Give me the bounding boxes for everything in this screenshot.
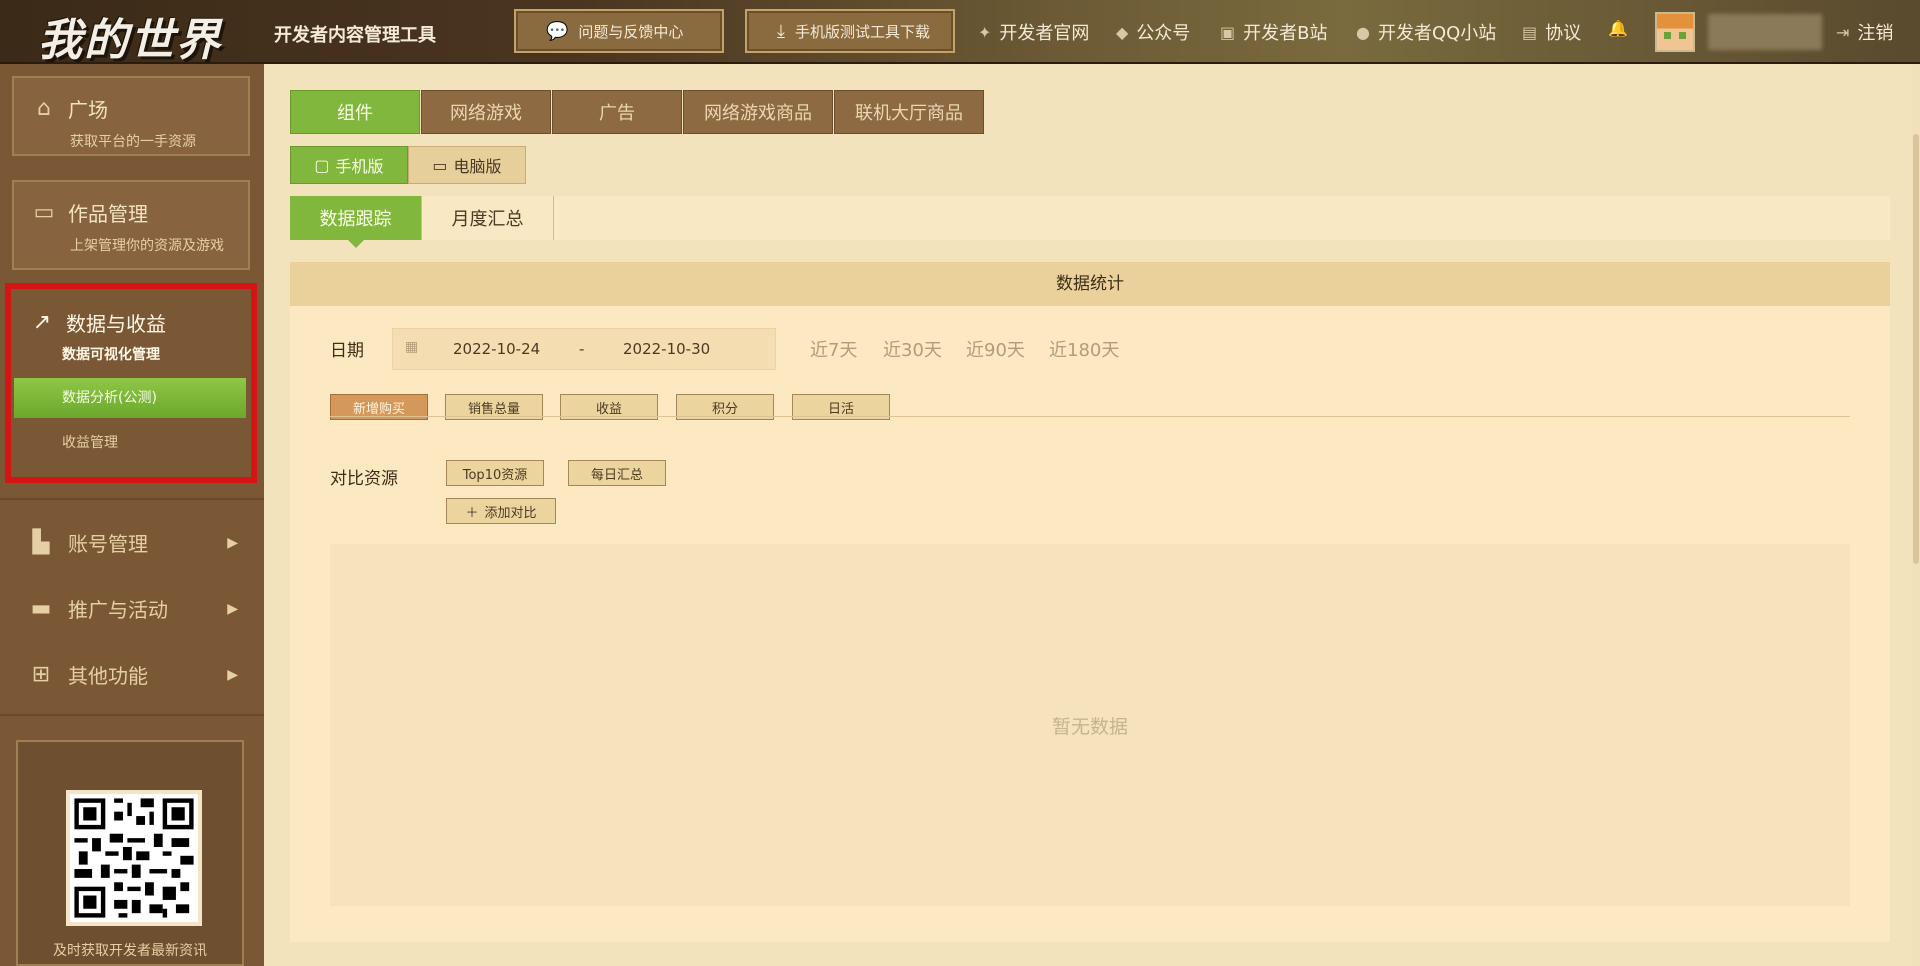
sidebar-divider <box>0 714 264 716</box>
promotion-label: 推广与活动 <box>68 598 168 622</box>
compare-label: 对比资源 <box>330 469 398 489</box>
document-icon: ▤ <box>1522 22 1538 42</box>
account-label: 账号管理 <box>68 532 148 556</box>
add-compare-button[interactable]: ＋ 添加对比 <box>446 498 556 524</box>
qr-card: 及时获取开发者最新资讯 <box>16 740 244 966</box>
sidebar-item-other[interactable]: ⊞ 其他功能 ▶ <box>28 660 238 689</box>
tab-component[interactable]: 组件 <box>290 90 420 134</box>
mobile-test-tool-label: 手机版测试工具下载 <box>794 22 930 41</box>
monitor-icon: ▭ <box>432 155 448 175</box>
feedback-center-button[interactable]: 💬 问题与反馈中心 <box>514 9 724 53</box>
category-tabs: 组件 网络游戏 广告 网络游戏商品 联机大厅商品 <box>290 90 985 134</box>
scrollbar-thumb[interactable] <box>1913 134 1919 564</box>
sidebar-item-plaza[interactable]: ⌂ 广场 获取平台的一手资源 <box>12 76 250 156</box>
app-title: 开发者内容管理工具 <box>274 25 436 46</box>
date-range-picker[interactable]: ▦ 2022-10-24 - 2022-10-30 <box>392 328 776 370</box>
tab-mobile[interactable]: ▢ 手机版 <box>290 146 408 184</box>
penguin-icon: ● <box>1356 22 1370 42</box>
top-header: 我的世界 开发者内容管理工具 💬 问题与反馈中心 ⤓ 手机版测试工具下载 ✦ 开… <box>0 0 1920 66</box>
notification-bell[interactable]: 🔔 <box>1608 19 1628 38</box>
date-separator: - <box>579 340 585 358</box>
bilibili-link[interactable]: ▣ 开发者B站 <box>1220 19 1327 45</box>
username-redacted <box>1708 14 1822 50</box>
tab-mobile-label: 手机版 <box>335 157 384 176</box>
logout-icon: ⇥ <box>1836 22 1850 42</box>
tab-network-game[interactable]: 网络游戏 <box>421 90 551 134</box>
developer-site-link[interactable]: ✦ 开发者官网 <box>978 19 1089 45</box>
calendar-icon: ▦ <box>405 339 419 355</box>
range-30-days[interactable]: 近30天 <box>883 336 942 362</box>
plus-icon: ＋ <box>465 505 479 521</box>
range-90-days[interactable]: 近90天 <box>966 336 1025 362</box>
tablet-icon: ▢ <box>314 155 330 175</box>
folder-icon: ▭ <box>33 200 55 225</box>
chat-icon: 💬 <box>546 20 569 42</box>
data-stats-panel: 数据统计 日期 ▦ 2022-10-24 - 2022-10-30 近7天 近3… <box>290 262 1890 942</box>
qq-label: 开发者QQ小站 <box>1377 23 1497 44</box>
other-label: 其他功能 <box>68 664 148 688</box>
qr-caption: 及时获取开发者最新资讯 <box>53 943 207 959</box>
qq-link[interactable]: ● 开发者QQ小站 <box>1356 19 1496 45</box>
user-card-icon: ▙ <box>32 530 50 555</box>
tv-icon: ▣ <box>1220 22 1236 42</box>
chart-area-empty: 暂无数据 <box>330 544 1850 906</box>
grid-icon: ⊞ <box>31 662 51 687</box>
panel-title: 数据统计 <box>290 262 1890 306</box>
tab-monthly-summary[interactable]: 月度汇总 <box>422 196 554 240</box>
developer-site-label: 开发者官网 <box>999 23 1090 44</box>
logout-link[interactable]: ⇥ 注销 <box>1836 19 1893 45</box>
sub-tabs: 数据跟踪 月度汇总 <box>290 196 1890 248</box>
minecraft-logo[interactable]: 我的世界 <box>38 4 222 68</box>
tab-ads[interactable]: 广告 <box>552 90 682 134</box>
sidebar-item-works[interactable]: ▭ 作品管理 上架管理你的资源及游戏 <box>12 180 250 270</box>
works-subtitle: 上架管理你的资源及游戏 <box>70 238 224 254</box>
range-180-days[interactable]: 近180天 <box>1049 336 1119 362</box>
agreement-label: 协议 <box>1545 23 1582 44</box>
chevron-right-icon: ▶ <box>227 600 238 617</box>
wechat-link[interactable]: ◆ 公众号 <box>1116 19 1190 45</box>
mobile-test-tool-button[interactable]: ⤓ 手机版测试工具下载 <box>745 9 955 53</box>
wechat-label: 公众号 <box>1136 23 1191 44</box>
logout-label: 注销 <box>1857 23 1894 44</box>
works-title: 作品管理 <box>68 202 148 226</box>
platform-tabs: ▢ 手机版 ▭ 电脑版 <box>290 146 526 184</box>
range-7-days[interactable]: 近7天 <box>810 336 857 362</box>
bilibili-label: 开发者B站 <box>1243 23 1328 44</box>
empty-state-text: 暂无数据 <box>1051 716 1128 738</box>
agreement-link[interactable]: ▤ 协议 <box>1522 19 1581 45</box>
highlight-box <box>5 283 257 483</box>
chevron-right-icon: ▶ <box>227 666 238 683</box>
compare-daily-button[interactable]: 每日汇总 <box>568 460 666 486</box>
tab-network-game-goods[interactable]: 网络游戏商品 <box>683 90 833 134</box>
avatar[interactable] <box>1655 12 1695 52</box>
sidebar-divider <box>0 498 264 500</box>
date-start: 2022-10-24 <box>453 340 541 358</box>
plaza-title: 广场 <box>68 98 108 122</box>
tab-data-tracking[interactable]: 数据跟踪 <box>290 196 422 248</box>
add-compare-label: 添加对比 <box>484 505 537 521</box>
chevron-right-icon: ▶ <box>227 534 238 551</box>
tab-pc[interactable]: ▭ 电脑版 <box>408 146 526 184</box>
sidebar-item-account[interactable]: ▙ 账号管理 ▶ <box>28 528 238 557</box>
compare-top10-button[interactable]: Top10资源 <box>446 460 544 486</box>
signboard-icon: ▬ <box>30 596 52 621</box>
page-scrollbar[interactable] <box>1912 64 1920 966</box>
tab-lobby-goods[interactable]: 联机大厅商品 <box>834 90 984 134</box>
signpost-icon: ✦ <box>978 22 992 42</box>
qr-code <box>66 790 202 926</box>
download-icon: ⤓ <box>777 20 785 42</box>
tab-pc-label: 电脑版 <box>453 157 502 176</box>
main-content: 组件 网络游戏 广告 网络游戏商品 联机大厅商品 ▢ 手机版 ▭ 电脑版 数据跟… <box>290 90 1890 966</box>
sidebar: ⌂ 广场 获取平台的一手资源 ▭ 作品管理 上架管理你的资源及游戏 ↗ 数据与收… <box>0 64 264 966</box>
bell-icon: 🔔 <box>1608 19 1628 38</box>
section-divider <box>330 416 1850 417</box>
date-end: 2022-10-30 <box>623 340 711 358</box>
shield-check-icon: ◆ <box>1116 22 1129 42</box>
sidebar-item-promotion[interactable]: ▬ 推广与活动 ▶ <box>28 594 238 623</box>
date-label: 日期 <box>330 341 364 361</box>
plaza-subtitle: 获取平台的一手资源 <box>70 134 196 150</box>
home-icon: ⌂ <box>37 96 51 121</box>
feedback-center-label: 问题与反馈中心 <box>578 22 684 41</box>
